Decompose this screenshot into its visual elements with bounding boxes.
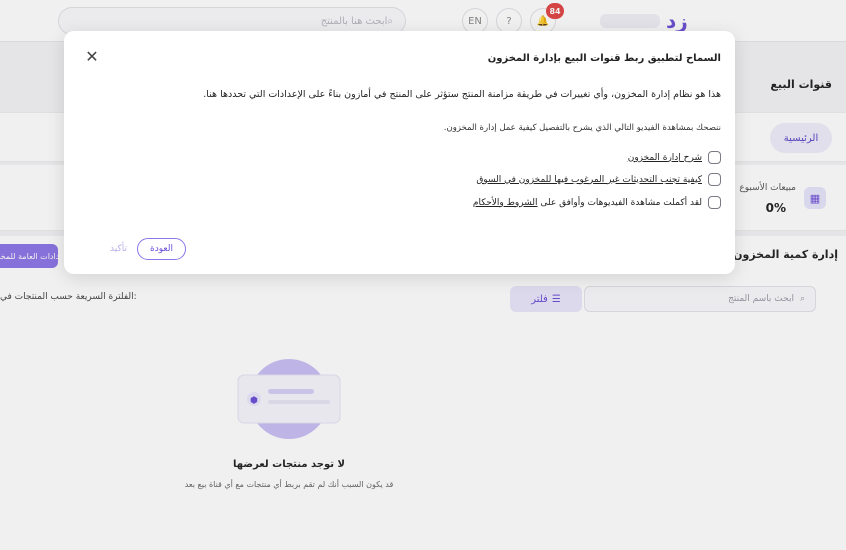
back-button[interactable]: العودة xyxy=(136,238,186,260)
inventory-permission-modal: ✕ السماح لتطبيق ربط قنوات البيع بإدارة ا… xyxy=(64,31,735,274)
option-avoid-updates[interactable]: كيفية تجنب التحديثات غير المرغوب فيها لل… xyxy=(476,173,721,186)
video-link-inventory[interactable]: شرح إدارة المخزون xyxy=(628,153,702,163)
option-agree-terms[interactable]: لقد أكملت مشاهدة الفيديوهات وأوافق على ا… xyxy=(473,196,721,209)
modal-description: هذا هو نظام إدارة المخزون، وأي تغييرات ف… xyxy=(203,89,721,100)
modal-title: السماح لتطبيق ربط قنوات البيع بإدارة الم… xyxy=(487,53,721,64)
agree-text: لقد أكملت مشاهدة الفيديوهات وأوافق على ا… xyxy=(473,198,702,208)
video-link-avoid-updates[interactable]: كيفية تجنب التحديثات غير المرغوب فيها لل… xyxy=(476,175,702,185)
modal-actions: تأكيد العودة xyxy=(106,238,186,260)
confirm-button[interactable]: تأكيد xyxy=(106,240,131,258)
option-inventory-explanation[interactable]: شرح إدارة المخزون xyxy=(628,151,721,164)
checkbox[interactable] xyxy=(708,151,721,164)
terms-link[interactable]: الشروط والأحكام xyxy=(473,198,538,208)
agree-prefix: لقد أكملت مشاهدة الفيديوهات وأوافق على xyxy=(537,197,702,208)
close-icon[interactable]: ✕ xyxy=(84,49,100,65)
checkbox[interactable] xyxy=(708,196,721,209)
modal-advice: ننصحك بمشاهدة الفيديو التالي الذي يشرح ب… xyxy=(443,123,721,133)
checkbox[interactable] xyxy=(708,173,721,186)
